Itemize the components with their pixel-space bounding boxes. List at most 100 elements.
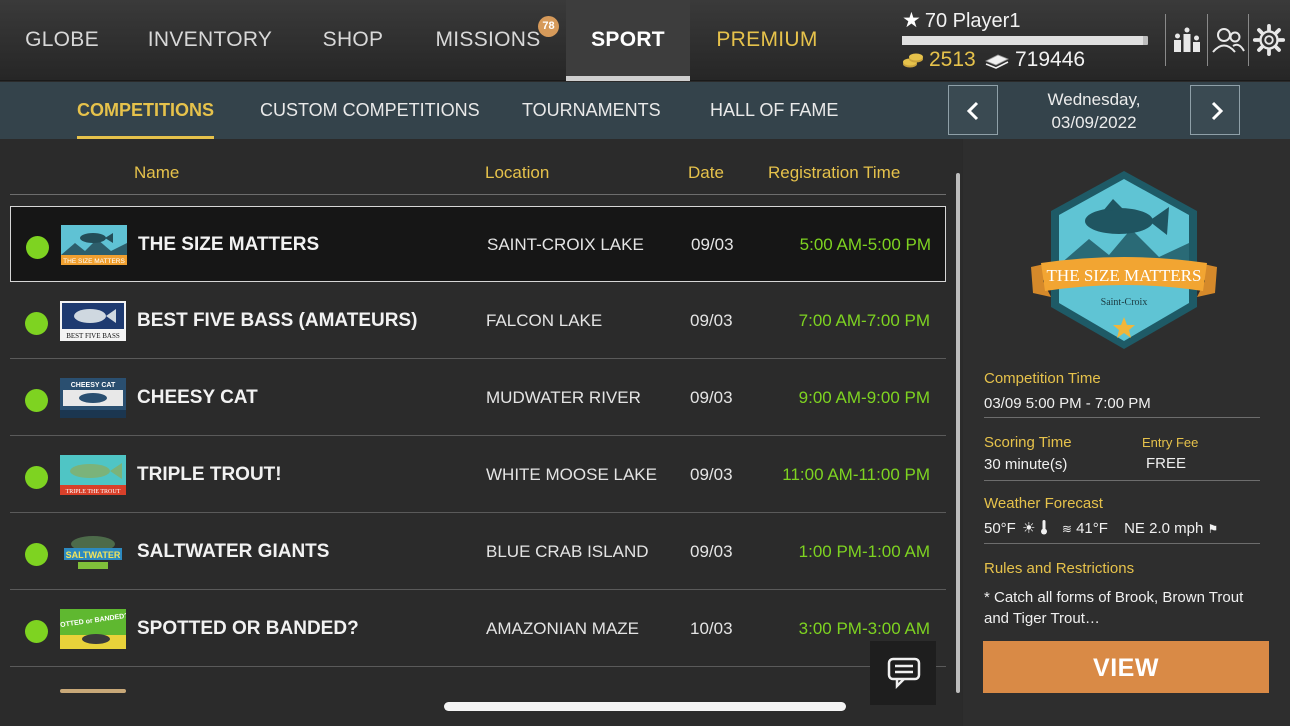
- competition-location: AMAZONIAN MAZE: [486, 619, 640, 638]
- competition-name: SPOTTED OR BANDED?: [137, 618, 359, 639]
- next-date-button[interactable]: [1190, 85, 1240, 135]
- chat-button[interactable]: [870, 641, 936, 705]
- competition-date: 09/03: [691, 235, 734, 254]
- previous-date-button[interactable]: [948, 85, 998, 135]
- scoring-time-value: 30 minute(s): [984, 456, 1068, 473]
- nav-sport[interactable]: SPORT: [566, 0, 690, 81]
- table-row[interactable]: TRIPLE THE TROUT TRIPLE TROUT! WHITE MOO…: [10, 437, 946, 513]
- registration-time: 3:00 PM-3:00 AM: [798, 619, 930, 638]
- bucks-balance: 719446: [984, 48, 1085, 72]
- tab-tournaments[interactable]: TOURNAMENTS: [522, 82, 661, 139]
- nav-shop[interactable]: SHOP: [318, 0, 388, 81]
- chat-icon: [887, 657, 921, 689]
- table-row[interactable]: CHEESY CAT CHEESY CAT MUDWATER RIVER 09/…: [10, 360, 946, 436]
- view-button[interactable]: VIEW: [983, 641, 1269, 693]
- competition-location: SAINT-CROIX LAKE: [487, 235, 644, 254]
- column-header-location: Location: [485, 163, 550, 182]
- competition-emblem: THE SIZE MATTERS Saint-Croix: [1031, 171, 1217, 349]
- sub-nav-bar: COMPETITIONS CUSTOM COMPETITIONS TOURNAM…: [0, 82, 1290, 139]
- water-icon: ≋: [1061, 522, 1072, 536]
- list-scrollbar[interactable]: [956, 173, 960, 693]
- date-full: 03/09/2022: [1051, 113, 1137, 132]
- competition-name: TRIPLE TROUT!: [137, 464, 282, 485]
- wind-icon: ⚑: [1207, 522, 1219, 536]
- bucks-value: 719446: [1015, 48, 1086, 71]
- home-indicator[interactable]: [444, 702, 846, 711]
- player-panel: ★ 70 Player1 2513 719446: [902, 8, 1152, 74]
- divider: [984, 480, 1260, 481]
- chevron-right-icon: [1211, 101, 1224, 121]
- status-dot: [25, 466, 48, 489]
- logo-text: CHEESY CAT: [71, 382, 116, 389]
- separator: [1248, 14, 1249, 66]
- competition-logo: CHEESY CAT: [60, 378, 126, 418]
- tab-competitions[interactable]: COMPETITIONS: [77, 82, 215, 139]
- selected-date: Wednesday, 03/09/2022: [998, 88, 1190, 134]
- coins-balance: 2513: [902, 48, 976, 72]
- logo-text: TRIPLE THE TROUT: [66, 489, 121, 495]
- chevron-left-icon: [966, 101, 979, 121]
- tab-custom-competitions[interactable]: CUSTOM COMPETITIONS: [260, 82, 480, 139]
- leaderboard-icon[interactable]: [1169, 22, 1205, 58]
- xp-progress-fill: [902, 36, 1144, 45]
- nav-premium[interactable]: PREMIUM: [710, 0, 824, 81]
- competition-date: 09/03: [690, 388, 733, 407]
- water-temperature: 41°F: [1076, 520, 1108, 537]
- competition-name: SALTWATER GIANTS: [137, 541, 330, 562]
- column-header-registration-time: Registration Time: [768, 163, 901, 182]
- rules-label: Rules and Restrictions: [984, 560, 1135, 577]
- star-icon: ★: [902, 9, 921, 32]
- entry-fee-value: FREE: [1146, 455, 1187, 472]
- logo-text: SALTWATER: [66, 550, 121, 560]
- competition-list: Name Location Date Registration Time THE…: [0, 139, 962, 726]
- status-dot: [25, 543, 48, 566]
- weather-forecast-label: Weather Forecast: [984, 495, 1103, 512]
- rules-line-1: * Catch all forms of Brook, Brown Trout: [984, 589, 1244, 606]
- competition-logo: THE SIZE MATTERS: [61, 225, 127, 265]
- nav-inventory[interactable]: INVENTORY: [146, 0, 274, 81]
- table-row[interactable]: BEST FIVE BASS BEST FIVE BASS (AMATEURS)…: [10, 283, 946, 359]
- player-name: Player1: [952, 10, 1021, 32]
- status-dot: [26, 236, 49, 259]
- sun-icon: ☀: [1022, 520, 1036, 537]
- status-dot: [25, 389, 48, 412]
- registration-time: 9:00 AM-9:00 PM: [798, 388, 930, 407]
- wind-value: NE 2.0 mph: [1124, 520, 1204, 537]
- column-header-name: Name: [134, 163, 180, 182]
- competition-date: 09/03: [690, 311, 733, 330]
- weather-row: 50°F ☀ ≋ 41°F NE 2.0 mph ⚑: [984, 519, 1218, 537]
- friends-icon[interactable]: [1210, 22, 1246, 58]
- competition-name: CHEESY CAT: [137, 387, 258, 408]
- status-dot: [25, 620, 48, 643]
- divider: [984, 417, 1260, 418]
- coins-value: 2513: [929, 48, 976, 71]
- thermometer-icon: [1040, 520, 1047, 535]
- registration-time: 7:00 AM-7:00 PM: [798, 311, 930, 330]
- player-level: 70: [924, 10, 948, 32]
- table-row[interactable]: SALTWATER SALTWATER GIANTS BLUE CRAB ISL…: [10, 514, 946, 590]
- logo-text: BEST FIVE BASS: [66, 332, 120, 340]
- missions-badge: 78: [538, 16, 559, 37]
- date-weekday: Wednesday,: [1047, 90, 1141, 109]
- status-dot: [25, 312, 48, 335]
- emblem-location: Saint-Croix: [1101, 297, 1148, 308]
- air-temperature: 50°F: [984, 520, 1016, 537]
- xp-progress-bar: [902, 36, 1148, 45]
- top-nav-bar: GLOBE INVENTORY SHOP MISSIONS 78 SPORT P…: [0, 0, 1290, 81]
- competition-detail-panel: THE SIZE MATTERS Saint-Croix Competition…: [963, 139, 1290, 726]
- competition-date: 10/03: [690, 619, 733, 638]
- nav-missions[interactable]: MISSIONS: [432, 0, 544, 81]
- tab-hall-of-fame[interactable]: HALL OF FAME: [710, 82, 838, 139]
- competition-logo: TRIPLE THE TROUT: [60, 455, 126, 495]
- gear-icon[interactable]: [1252, 22, 1286, 58]
- competition-location: MUDWATER RIVER: [486, 388, 641, 407]
- nav-globe[interactable]: GLOBE: [20, 0, 104, 81]
- separator: [1165, 14, 1166, 66]
- table-row[interactable]: SPOTTED or BANDED? SPOTTED OR BANDED? AM…: [10, 591, 946, 667]
- table-row[interactable]: THE SIZE MATTERS THE SIZE MATTERS SAINT-…: [10, 206, 946, 282]
- competition-time-value: 03/09 5:00 PM - 7:00 PM: [984, 395, 1151, 412]
- emblem-title: THE SIZE MATTERS: [1047, 266, 1202, 285]
- logo-text: THE SIZE MATTERS: [63, 258, 125, 265]
- bucks-icon: [985, 54, 1009, 69]
- separator: [1207, 14, 1208, 66]
